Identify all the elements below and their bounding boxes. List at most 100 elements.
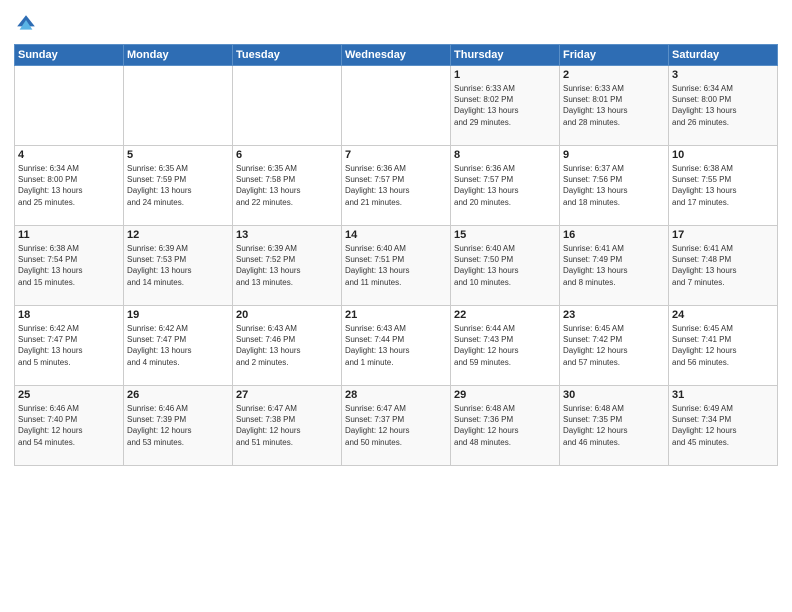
day-number: 15 xyxy=(454,229,556,241)
calendar-day-cell: 22 Sunrise: 6:44 AMSunset: 7:43 PMDayligh… xyxy=(451,306,560,386)
day-number: 28 xyxy=(345,389,447,401)
day-info: Sunrise: 6:45 AMSunset: 7:41 PMDaylight:… xyxy=(672,323,774,368)
calendar-week-row: 25 Sunrise: 6:46 AMSunset: 7:40 PMDayligh… xyxy=(15,386,778,466)
day-info: Sunrise: 6:35 AMSunset: 7:58 PMDaylight:… xyxy=(236,163,338,208)
day-info: Sunrise: 6:38 AMSunset: 7:55 PMDaylight:… xyxy=(672,163,774,208)
day-number: 2 xyxy=(563,69,665,81)
day-info: Sunrise: 6:46 AMSunset: 7:40 PMDaylight:… xyxy=(18,403,120,448)
day-number: 8 xyxy=(454,149,556,161)
page-header xyxy=(14,12,778,36)
calendar-day-cell: 25 Sunrise: 6:46 AMSunset: 7:40 PMDayligh… xyxy=(15,386,124,466)
page-container: SundayMondayTuesdayWednesdayThursdayFrid… xyxy=(0,0,792,612)
calendar-day-cell: 26 Sunrise: 6:46 AMSunset: 7:39 PMDayligh… xyxy=(124,386,233,466)
day-number: 16 xyxy=(563,229,665,241)
calendar-empty-cell xyxy=(233,66,342,146)
day-number: 26 xyxy=(127,389,229,401)
calendar-week-row: 18 Sunrise: 6:42 AMSunset: 7:47 PMDayligh… xyxy=(15,306,778,386)
calendar-day-cell: 9Sunrise: 6:37 AMSunset: 7:56 PMDaylight… xyxy=(560,146,669,226)
day-number: 20 xyxy=(236,309,338,321)
day-info: Sunrise: 6:42 AMSunset: 7:47 PMDaylight:… xyxy=(127,323,229,368)
day-number: 1 xyxy=(454,69,556,81)
calendar-week-row: 11 Sunrise: 6:38 AMSunset: 7:54 PMDayligh… xyxy=(15,226,778,306)
logo-icon xyxy=(14,12,38,36)
calendar-week-row: 1 Sunrise: 6:33 AMSunset: 8:02 PMDaylight… xyxy=(15,66,778,146)
day-info: Sunrise: 6:33 AMSunset: 8:01 PMDaylight:… xyxy=(563,83,665,128)
day-number: 3 xyxy=(672,69,774,81)
day-number: 30 xyxy=(563,389,665,401)
day-info: Sunrise: 6:49 AMSunset: 7:34 PMDaylight:… xyxy=(672,403,774,448)
day-number: 11 xyxy=(18,229,120,241)
calendar-day-cell: 27 Sunrise: 6:47 AMSunset: 7:38 PMDayligh… xyxy=(233,386,342,466)
day-number: 17 xyxy=(672,229,774,241)
day-number: 9 xyxy=(563,149,665,161)
day-number: 23 xyxy=(563,309,665,321)
calendar-day-cell: 17 Sunrise: 6:41 AMSunset: 7:48 PMDayligh… xyxy=(669,226,778,306)
day-number: 24 xyxy=(672,309,774,321)
weekday-header-monday: Monday xyxy=(124,45,233,66)
calendar-week-row: 4 Sunrise: 6:34 AMSunset: 8:00 PMDaylight… xyxy=(15,146,778,226)
calendar-day-cell: 31Sunrise: 6:49 AMSunset: 7:34 PMDayligh… xyxy=(669,386,778,466)
day-info: Sunrise: 6:42 AMSunset: 7:47 PMDaylight:… xyxy=(18,323,120,368)
day-info: Sunrise: 6:46 AMSunset: 7:39 PMDaylight:… xyxy=(127,403,229,448)
calendar-day-cell: 6 Sunrise: 6:35 AMSunset: 7:58 PMDaylight… xyxy=(233,146,342,226)
weekday-header-sunday: Sunday xyxy=(15,45,124,66)
calendar-day-cell: 24 Sunrise: 6:45 AMSunset: 7:41 PMDayligh… xyxy=(669,306,778,386)
calendar-day-cell: 23 Sunrise: 6:45 AMSunset: 7:42 PMDayligh… xyxy=(560,306,669,386)
day-info: Sunrise: 6:34 AMSunset: 8:00 PMDaylight:… xyxy=(672,83,774,128)
calendar-day-cell: 7Sunrise: 6:36 AMSunset: 7:57 PMDaylight… xyxy=(342,146,451,226)
weekday-header-wednesday: Wednesday xyxy=(342,45,451,66)
day-number: 29 xyxy=(454,389,556,401)
day-info: Sunrise: 6:48 AMSunset: 7:35 PMDaylight:… xyxy=(563,403,665,448)
day-number: 10 xyxy=(672,149,774,161)
calendar-day-cell: 18 Sunrise: 6:42 AMSunset: 7:47 PMDayligh… xyxy=(15,306,124,386)
day-number: 18 xyxy=(18,309,120,321)
day-number: 5 xyxy=(127,149,229,161)
calendar-day-cell: 5 Sunrise: 6:35 AMSunset: 7:59 PMDaylight… xyxy=(124,146,233,226)
weekday-header-friday: Friday xyxy=(560,45,669,66)
day-info: Sunrise: 6:38 AMSunset: 7:54 PMDaylight:… xyxy=(18,243,120,288)
day-info: Sunrise: 6:47 AMSunset: 7:38 PMDaylight:… xyxy=(236,403,338,448)
day-number: 14 xyxy=(345,229,447,241)
day-number: 21 xyxy=(345,309,447,321)
calendar-day-cell: 28Sunrise: 6:47 AMSunset: 7:37 PMDayligh… xyxy=(342,386,451,466)
calendar-day-cell: 19Sunrise: 6:42 AMSunset: 7:47 PMDayligh… xyxy=(124,306,233,386)
day-info: Sunrise: 6:39 AMSunset: 7:53 PMDaylight:… xyxy=(127,243,229,288)
day-number: 22 xyxy=(454,309,556,321)
calendar-day-cell: 16Sunrise: 6:41 AMSunset: 7:49 PMDayligh… xyxy=(560,226,669,306)
calendar-empty-cell xyxy=(124,66,233,146)
day-number: 13 xyxy=(236,229,338,241)
day-info: Sunrise: 6:39 AMSunset: 7:52 PMDaylight:… xyxy=(236,243,338,288)
calendar-day-cell: 30 Sunrise: 6:48 AMSunset: 7:35 PMDayligh… xyxy=(560,386,669,466)
calendar-day-cell: 21 Sunrise: 6:43 AMSunset: 7:44 PMDayligh… xyxy=(342,306,451,386)
day-info: Sunrise: 6:35 AMSunset: 7:59 PMDaylight:… xyxy=(127,163,229,208)
day-info: Sunrise: 6:41 AMSunset: 7:48 PMDaylight:… xyxy=(672,243,774,288)
calendar-table: SundayMondayTuesdayWednesdayThursdayFrid… xyxy=(14,44,778,466)
calendar-day-cell: 12Sunrise: 6:39 AMSunset: 7:53 PMDayligh… xyxy=(124,226,233,306)
day-info: Sunrise: 6:36 AMSunset: 7:57 PMDaylight:… xyxy=(345,163,447,208)
day-number: 6 xyxy=(236,149,338,161)
calendar-header-row: SundayMondayTuesdayWednesdayThursdayFrid… xyxy=(15,45,778,66)
calendar-day-cell: 13 Sunrise: 6:39 AMSunset: 7:52 PMDayligh… xyxy=(233,226,342,306)
weekday-header-saturday: Saturday xyxy=(669,45,778,66)
calendar-day-cell: 15 Sunrise: 6:40 AMSunset: 7:50 PMDayligh… xyxy=(451,226,560,306)
day-info: Sunrise: 6:48 AMSunset: 7:36 PMDaylight:… xyxy=(454,403,556,448)
calendar-day-cell: 14 Sunrise: 6:40 AMSunset: 7:51 PMDayligh… xyxy=(342,226,451,306)
logo xyxy=(14,12,42,36)
day-info: Sunrise: 6:36 AMSunset: 7:57 PMDaylight:… xyxy=(454,163,556,208)
calendar-day-cell: 4 Sunrise: 6:34 AMSunset: 8:00 PMDaylight… xyxy=(15,146,124,226)
day-info: Sunrise: 6:40 AMSunset: 7:50 PMDaylight:… xyxy=(454,243,556,288)
day-info: Sunrise: 6:43 AMSunset: 7:46 PMDaylight:… xyxy=(236,323,338,368)
calendar-day-cell: 8 Sunrise: 6:36 AMSunset: 7:57 PMDaylight… xyxy=(451,146,560,226)
weekday-header-thursday: Thursday xyxy=(451,45,560,66)
day-info: Sunrise: 6:43 AMSunset: 7:44 PMDaylight:… xyxy=(345,323,447,368)
day-number: 25 xyxy=(18,389,120,401)
day-info: Sunrise: 6:40 AMSunset: 7:51 PMDaylight:… xyxy=(345,243,447,288)
day-number: 27 xyxy=(236,389,338,401)
day-info: Sunrise: 6:45 AMSunset: 7:42 PMDaylight:… xyxy=(563,323,665,368)
calendar-empty-cell xyxy=(15,66,124,146)
day-info: Sunrise: 6:44 AMSunset: 7:43 PMDaylight:… xyxy=(454,323,556,368)
calendar-day-cell: 3 Sunrise: 6:34 AMSunset: 8:00 PMDaylight… xyxy=(669,66,778,146)
day-number: 4 xyxy=(18,149,120,161)
day-info: Sunrise: 6:33 AMSunset: 8:02 PMDaylight:… xyxy=(454,83,556,128)
day-info: Sunrise: 6:34 AMSunset: 8:00 PMDaylight:… xyxy=(18,163,120,208)
